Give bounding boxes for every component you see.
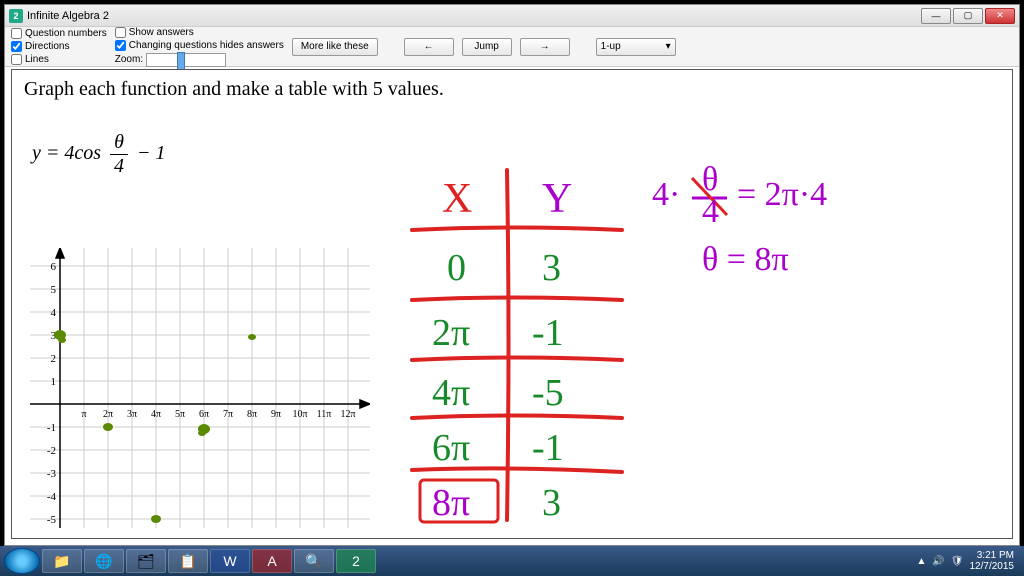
side-equation-2: θ = 8π (702, 241, 789, 278)
next-button[interactable]: → (520, 38, 570, 56)
taskbar-app7-icon[interactable]: 🔍 (294, 549, 334, 573)
toolbar: Question numbers Directions Lines Show a… (5, 27, 1019, 67)
taskbar-pdf-icon[interactable]: A (252, 549, 292, 573)
svg-text:0: 0 (447, 247, 466, 289)
svg-text:7π: 7π (223, 409, 233, 420)
window-buttons: — ▢ ✕ (921, 8, 1015, 24)
instruction-text: Graph each function and make a table wit… (24, 78, 1000, 101)
svg-text:6π: 6π (432, 427, 470, 469)
svg-text:11π: 11π (317, 409, 332, 420)
taskbar-chrome-icon[interactable]: 🌐 (84, 549, 124, 573)
more-like-button[interactable]: More like these (292, 38, 378, 56)
svg-text:-5: -5 (47, 514, 57, 526)
tray-icon-2[interactable]: 🔊 (932, 556, 944, 567)
question-numbers-checkbox[interactable]: Question numbers (11, 28, 107, 39)
svg-text:-1: -1 (532, 312, 564, 354)
chevron-down-icon: ▾ (666, 41, 671, 52)
jump-button[interactable]: Jump (462, 38, 512, 56)
svg-text:3π: 3π (127, 409, 137, 420)
equation-lhs: y = 4cos (32, 142, 101, 164)
changing-hides-label: Changing questions hides answers (129, 40, 284, 51)
svg-text:2π: 2π (432, 312, 470, 354)
svg-text:12π: 12π (340, 409, 355, 420)
maximize-button[interactable]: ▢ (953, 8, 983, 24)
svg-text:6π: 6π (199, 409, 209, 420)
zoom-control: Zoom: (115, 53, 284, 67)
app-icon: 2 (9, 9, 23, 23)
show-answers-label: Show answers (129, 27, 194, 38)
svg-text:4: 4 (51, 307, 57, 319)
clock-date: 12/7/2015 (970, 561, 1015, 572)
svg-text:1: 1 (51, 376, 57, 388)
layout-select[interactable]: 1-up ▾ (596, 38, 676, 56)
clock-time: 3:21 PM (970, 550, 1015, 561)
svg-text:-5: -5 (532, 372, 564, 414)
svg-text:= 2π·4: = 2π·4 (737, 176, 827, 213)
clock[interactable]: 3:21 PM 12/7/2015 (970, 550, 1015, 572)
svg-text:-3: -3 (47, 468, 57, 480)
svg-text:-1: -1 (47, 422, 56, 434)
svg-text:-1: -1 (532, 427, 564, 469)
minimize-button[interactable]: — (921, 8, 951, 24)
question-numbers-label: Question numbers (25, 28, 107, 39)
close-button[interactable]: ✕ (985, 8, 1015, 24)
equation-denominator: 4 (110, 155, 128, 178)
directions-label: Directions (25, 41, 69, 52)
start-button[interactable] (4, 548, 40, 574)
svg-text:4: 4 (702, 193, 719, 230)
app-window: 2 Infinite Algebra 2 — ▢ ✕ Question numb… (4, 4, 1020, 546)
table-header-x: X (442, 176, 472, 222)
content-area: Graph each function and make a table wit… (11, 69, 1013, 539)
zoom-slider[interactable] (146, 53, 226, 67)
tray-icon[interactable]: ▲ (916, 556, 926, 567)
equation-rhs: − 1 (137, 142, 166, 164)
window-title: Infinite Algebra 2 (27, 10, 921, 22)
prev-button[interactable]: ← (404, 38, 454, 56)
svg-text:4π: 4π (151, 409, 161, 420)
show-answers-checkbox[interactable]: Show answers (115, 27, 284, 38)
svg-text:5: 5 (51, 284, 57, 296)
handwriting-overlay: X Y 0 3 2π -1 4π -5 6π -1 8π 3 4· θ (392, 160, 952, 539)
taskbar-app4-icon[interactable]: 📋 (168, 549, 208, 573)
layout-select-value: 1-up (601, 41, 621, 52)
changing-hides-checkbox[interactable]: Changing questions hides answers (115, 40, 284, 51)
svg-text:-2: -2 (47, 445, 56, 457)
table-header-y: Y (542, 176, 572, 222)
zoom-thumb[interactable] (177, 52, 185, 70)
zoom-label: Zoom: (115, 54, 143, 65)
svg-text:2π: 2π (103, 409, 113, 420)
taskbar-explorer-icon[interactable]: 📁 (42, 549, 82, 573)
lines-label: Lines (25, 54, 49, 65)
equation-numerator: θ (110, 131, 128, 155)
svg-text:-4: -4 (47, 491, 57, 503)
svg-text:8π: 8π (432, 482, 470, 524)
tray-icon-3[interactable]: 🛡 (951, 556, 964, 567)
svg-text:9π: 9π (271, 409, 281, 420)
svg-text:10π: 10π (292, 409, 307, 420)
svg-text:6: 6 (51, 261, 57, 273)
svg-text:5π: 5π (175, 409, 185, 420)
lines-checkbox[interactable]: Lines (11, 54, 107, 65)
titlebar[interactable]: 2 Infinite Algebra 2 — ▢ ✕ (5, 5, 1019, 27)
system-tray[interactable]: ▲ 🔊 🛡 3:21 PM 12/7/2015 (916, 550, 1020, 572)
svg-text:2: 2 (51, 353, 57, 365)
taskbar[interactable]: 📁 🌐 🗂 📋 W A 🔍 2 ▲ 🔊 🛡 3:21 PM 12/7/2015 (0, 546, 1024, 576)
side-equation-1: 4· (652, 176, 680, 213)
svg-text:π: π (81, 409, 86, 420)
svg-text:8π: 8π (247, 409, 257, 420)
svg-text:4π: 4π (432, 372, 470, 414)
taskbar-app3-icon[interactable]: 🗂 (126, 549, 166, 573)
taskbar-infinite-icon[interactable]: 2 (336, 549, 376, 573)
directions-checkbox[interactable]: Directions (11, 41, 107, 52)
taskbar-word-icon[interactable]: W (210, 549, 250, 573)
svg-text:3: 3 (542, 482, 561, 524)
graph: 654321 -1-2-3-4-5 π2π3π4π5π6π7π8π9π10π11… (30, 248, 370, 528)
svg-text:3: 3 (542, 247, 561, 289)
